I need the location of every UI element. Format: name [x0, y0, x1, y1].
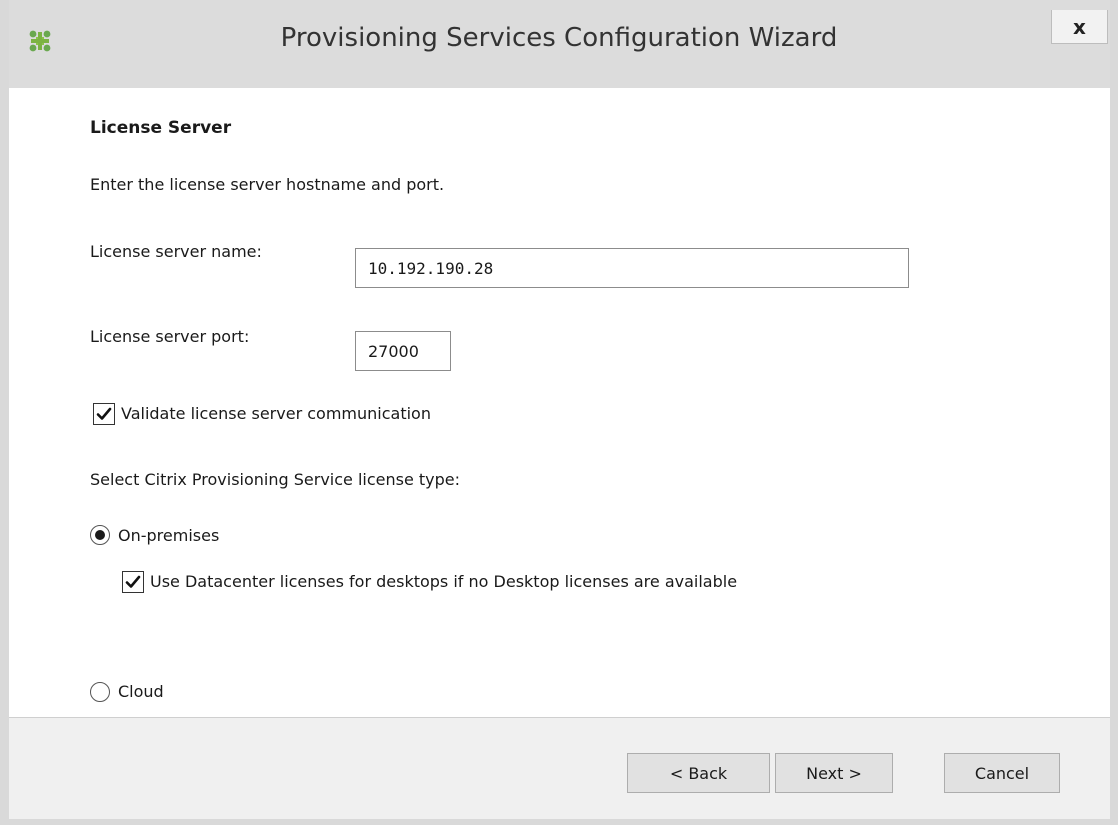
wizard-window: Provisioning Services Configuration Wiza…	[0, 0, 1118, 825]
datacenter-licenses-checkbox[interactable]	[122, 571, 144, 593]
checkmark-icon	[125, 575, 141, 588]
window-frame-left	[0, 0, 9, 825]
close-button[interactable]: x	[1051, 10, 1108, 44]
on-premises-radio[interactable]	[90, 525, 110, 545]
title-bar: Provisioning Services Configuration Wiza…	[0, 0, 1118, 88]
cancel-button[interactable]: Cancel	[944, 753, 1060, 793]
checkmark-icon	[96, 407, 112, 420]
page-instructions: Enter the license server hostname and po…	[90, 175, 445, 194]
close-icon: x	[1073, 14, 1086, 39]
window-frame-right	[1110, 0, 1118, 825]
back-button[interactable]: < Back	[627, 753, 770, 793]
cloud-radio[interactable]	[90, 682, 110, 702]
license-server-name-label: License server name:	[90, 242, 262, 261]
next-button[interactable]: Next >	[775, 753, 893, 793]
window-frame-bottom	[0, 819, 1118, 825]
window-title: Provisioning Services Configuration Wiza…	[280, 23, 838, 53]
license-server-name-input[interactable]: 10.192.190.28	[355, 248, 909, 288]
license-server-port-input[interactable]: 27000	[355, 331, 451, 371]
cloud-label[interactable]: Cloud	[118, 682, 164, 701]
validate-communication-label[interactable]: Validate license server communication	[121, 404, 431, 423]
license-type-label: Select Citrix Provisioning Service licen…	[90, 470, 461, 489]
datacenter-licenses-label[interactable]: Use Datacenter licenses for desktops if …	[150, 572, 737, 591]
on-premises-label[interactable]: On-premises	[118, 526, 219, 545]
validate-communication-checkbox[interactable]	[93, 403, 115, 425]
page-heading: License Server	[90, 118, 232, 138]
license-server-port-label: License server port:	[90, 327, 250, 346]
radio-selected-dot	[95, 530, 105, 540]
